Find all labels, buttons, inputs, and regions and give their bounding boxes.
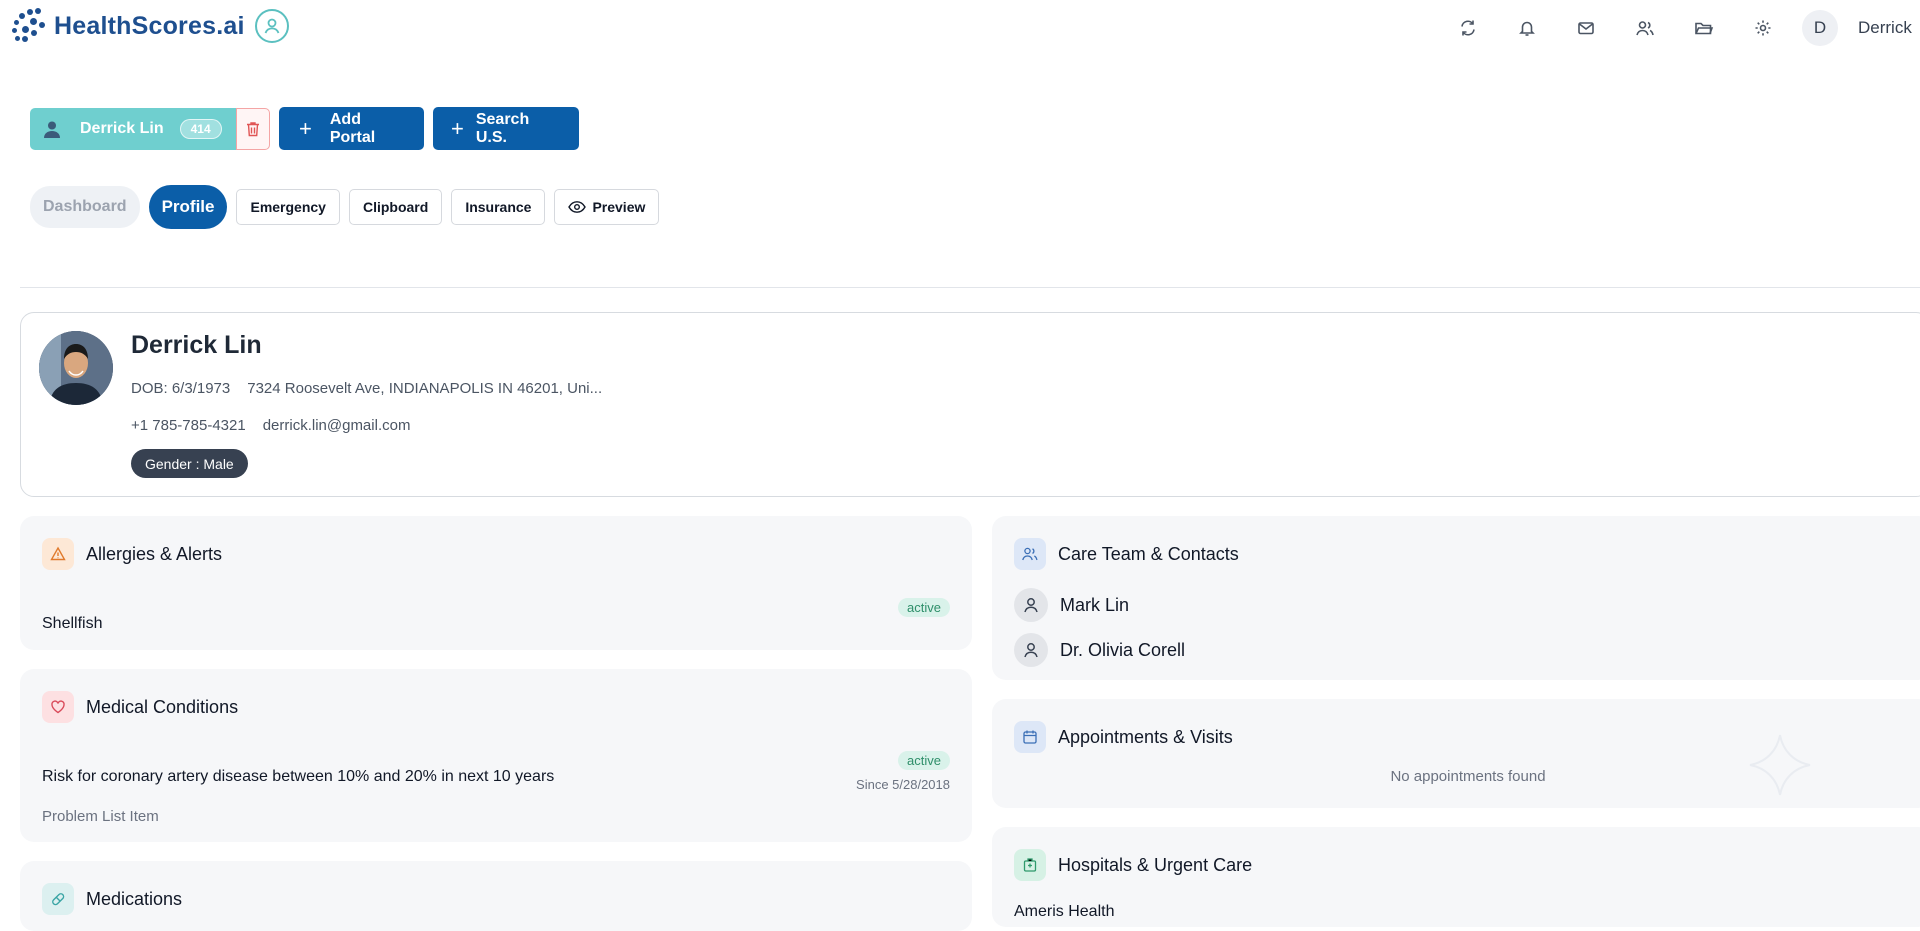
folder-icon[interactable]: [1687, 11, 1721, 45]
user-name[interactable]: Derrick: [1858, 18, 1920, 38]
allergy-item: Shellfish: [42, 615, 103, 632]
conditions-header: Medical Conditions: [42, 691, 238, 723]
contact-item[interactable]: Dr. Olivia Corell: [1014, 633, 1185, 667]
care-team-card: Care Team & Contacts Mark Lin Dr. Olivia…: [992, 516, 1920, 680]
bell-icon[interactable]: [1510, 11, 1544, 45]
care-team-title: Care Team & Contacts: [1058, 543, 1239, 564]
allergies-card: Allergies & Alerts active Shellfish: [20, 516, 972, 650]
delete-patient-button[interactable]: [236, 107, 270, 150]
patient-toolbar: Derrick Lin 414 + Add Portal + Search U.…: [30, 107, 579, 150]
appointments-card: Appointments & Visits No appointments fo…: [992, 699, 1920, 808]
tab-insurance[interactable]: Insurance: [451, 189, 546, 225]
trash-icon: [247, 121, 259, 136]
pill-icon: [42, 883, 74, 915]
appointments-title: Appointments & Visits: [1058, 726, 1233, 747]
mail-icon[interactable]: [1569, 11, 1603, 45]
gear-icon[interactable]: [1746, 11, 1780, 45]
patient-photo: [39, 331, 113, 405]
status-badge: active: [898, 751, 950, 770]
calendar-icon: [1014, 721, 1046, 753]
medications-header: Medications: [42, 883, 182, 915]
hospital-icon: [1014, 849, 1046, 881]
hospitals-header: Hospitals & Urgent Care: [1014, 849, 1252, 881]
medications-card: Medications: [20, 861, 972, 931]
contact-name: Dr. Olivia Corell: [1060, 639, 1186, 660]
condition-category: Problem List Item: [42, 808, 159, 825]
patient-address: 7324 Roosevelt Ave, INDIANAPOLIS IN 4620…: [247, 380, 603, 397]
patient-chip-name: Derrick Lin: [80, 119, 164, 137]
allergies-title: Allergies & Alerts: [86, 543, 223, 564]
brand-name: HealthScores.ai: [54, 11, 245, 40]
hospital-item[interactable]: Ameris Health: [1014, 903, 1114, 921]
user-circle-icon[interactable]: [254, 9, 289, 43]
person-icon: [1014, 633, 1048, 667]
warning-icon: [42, 538, 74, 570]
medications-title: Medications: [86, 888, 183, 909]
tab-preview[interactable]: Preview: [554, 189, 660, 225]
add-portal-label: Add Portal: [329, 110, 376, 146]
hospitals-title: Hospitals & Urgent Care: [1058, 854, 1253, 875]
section-divider: [20, 287, 1920, 288]
logo[interactable]: HealthScores.ai: [10, 6, 289, 46]
plus-icon: +: [299, 115, 312, 141]
care-team-header: Care Team & Contacts: [1014, 538, 1239, 570]
users-icon[interactable]: [1628, 11, 1662, 45]
patient-profile-card: Derrick Lin DOB: 6/3/1973 7324 Roosevelt …: [20, 312, 1920, 497]
person-icon: [1014, 588, 1048, 622]
refresh-icon[interactable]: [1451, 11, 1485, 45]
hospitals-card: Hospitals & Urgent Care Ameris Health: [992, 827, 1920, 927]
top-icon-group: D Derrick: [1426, 10, 1920, 46]
patient-selector[interactable]: Derrick Lin 414: [30, 107, 236, 150]
condition-item: Risk for coronary artery disease between…: [42, 768, 555, 785]
gender-badge: Gender : Male: [131, 449, 248, 478]
medical-conditions-card: Medical Conditions active Since 5/28/201…: [20, 669, 972, 842]
patient-name: Derrick Lin: [131, 331, 262, 359]
top-bar: HealthScores.ai D Derrick: [0, 0, 1920, 52]
heart-icon: [42, 691, 74, 723]
eye-icon: [568, 201, 587, 213]
logo-dots-icon: [10, 6, 54, 46]
plus-icon: +: [451, 115, 464, 141]
search-us-label: Search U.S.: [475, 110, 530, 146]
appointments-header: Appointments & Visits: [1014, 721, 1233, 753]
tab-dashboard[interactable]: Dashboard: [30, 186, 140, 228]
tab-clipboard[interactable]: Clipboard: [348, 189, 443, 225]
contact-name: Mark Lin: [1060, 594, 1130, 615]
condition-since: Since 5/28/2018: [856, 777, 950, 792]
profile-tabs: Dashboard Profile Emergency Clipboard In…: [30, 185, 668, 229]
contact-item[interactable]: Mark Lin: [1014, 588, 1129, 622]
users-icon: [1014, 538, 1046, 570]
patient-dob: DOB: 6/3/1973: [131, 380, 231, 397]
patient-chip-badge: 414: [179, 118, 222, 139]
tab-preview-label: Preview: [592, 199, 646, 215]
add-portal-button[interactable]: + Add Portal: [279, 107, 424, 150]
patient-contact-info: +1 785-785-4321 derrick.lin@gmail.com: [131, 417, 410, 434]
user-avatar[interactable]: D: [1802, 10, 1838, 46]
patient-dob-address: DOB: 6/3/1973 7324 Roosevelt Ave, INDIANA…: [131, 380, 602, 397]
patient-email[interactable]: derrick.lin@gmail.com: [263, 417, 411, 434]
patient-phone[interactable]: +1 785-785-4321: [131, 417, 246, 434]
tab-profile[interactable]: Profile: [148, 185, 228, 229]
conditions-title: Medical Conditions: [86, 696, 239, 717]
status-badge: active: [898, 598, 950, 617]
search-us-button[interactable]: + Search U.S.: [433, 107, 579, 150]
sparkle-icon: [1749, 734, 1811, 796]
person-icon: [44, 121, 60, 138]
tab-emergency[interactable]: Emergency: [236, 189, 340, 225]
allergies-header: Allergies & Alerts: [42, 538, 222, 570]
